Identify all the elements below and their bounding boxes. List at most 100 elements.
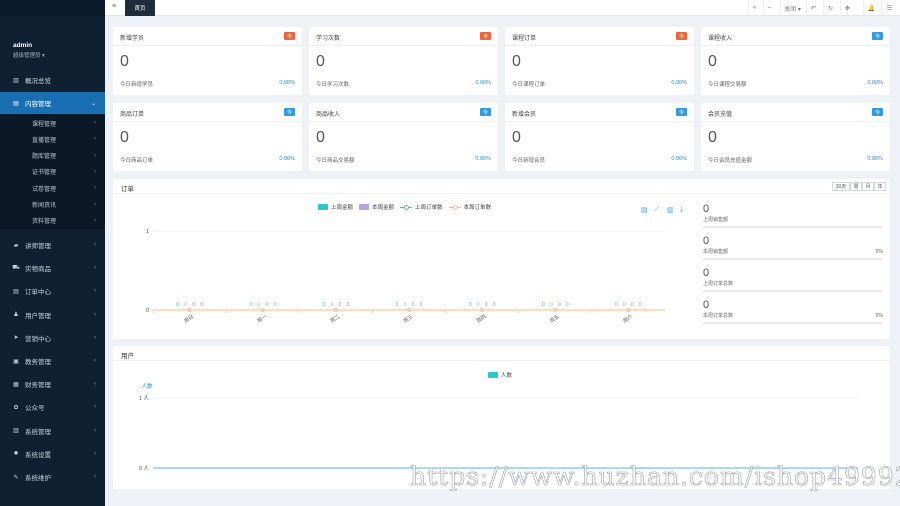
- sidebar-item[interactable]: ⛟ 实物商品 ‹: [0, 257, 105, 279]
- line-point[interactable]: [334, 308, 338, 312]
- sidebar-item[interactable]: ✿ 公众号 ‹: [0, 396, 105, 418]
- sidebar-item[interactable]: ▰ 讲师管理 ‹: [0, 234, 105, 256]
- sidebar-item-label: 公众号: [25, 405, 45, 413]
- line-point[interactable]: [553, 308, 557, 312]
- chevron-left-icon: ‹: [94, 120, 96, 126]
- submenu-item[interactable]: 试卷管理 ‹: [0, 180, 105, 196]
- stat-card: 商品订单 今 0 今日商品订单 0.00%: [113, 103, 302, 171]
- line-point[interactable]: [407, 308, 411, 312]
- user-role-dropdown[interactable]: 超级管理员 ▾: [13, 51, 45, 59]
- card-subtitle: 今日商品交易额: [316, 158, 355, 164]
- y-tick-label: 0: [146, 308, 149, 314]
- line-point[interactable]: [261, 308, 265, 312]
- fullscreen-button[interactable]: ✥: [840, 0, 854, 16]
- sidebar-item-label: 系统管理: [25, 428, 51, 436]
- data-label: 0: [639, 302, 642, 308]
- range-month-button[interactable]: 月: [862, 182, 874, 191]
- grid-icon: ▥: [13, 428, 19, 435]
- submenu-item-label: 题库管理: [32, 154, 57, 161]
- submenu-item[interactable]: 资料管理 ‹: [0, 213, 105, 229]
- card-subtitle: 今日学习次数: [316, 82, 350, 88]
- sidebar-item[interactable]: ▤ 订单中心 ‹: [0, 280, 105, 302]
- card-tag: 今: [480, 108, 491, 116]
- stat-value: 0: [703, 235, 710, 247]
- card-value: 0: [512, 129, 521, 146]
- submenu-item-label: 课程管理: [32, 121, 57, 128]
- y-tick-label: 1: [146, 229, 149, 235]
- stat-value: 0: [703, 299, 710, 311]
- sidebar-item-label: 实物商品: [25, 266, 51, 274]
- range-week-button[interactable]: 周: [850, 182, 862, 191]
- order-stat: 0 本周订单总数 0%: [703, 299, 883, 327]
- refresh-button[interactable]: ↻: [823, 0, 837, 16]
- stat-card: 商品收入 今 0 今日商品交易额 0.00%: [309, 103, 498, 171]
- submenu-item[interactable]: 证书管理 ‹: [0, 164, 105, 180]
- sidebar-item-label: 用户管理: [25, 312, 51, 320]
- data-label: 0: [257, 302, 260, 308]
- card-subtitle: 今日新增学员: [120, 82, 154, 88]
- x-tick-label: 周六: [621, 313, 633, 324]
- stat-label: 本周订单总数: [703, 313, 734, 319]
- sidebar-item[interactable]: ♟ 用户管理 ‹: [0, 304, 105, 326]
- stat-value: 0: [703, 267, 710, 279]
- data-label: 0: [615, 302, 618, 308]
- divider: [701, 121, 890, 122]
- card-title: 学习次数: [316, 36, 341, 42]
- sidebar-item-label: 营销中心: [25, 335, 51, 343]
- data-label: 0: [192, 302, 195, 308]
- send-icon: ➤: [13, 335, 19, 342]
- line-point[interactable]: [480, 308, 484, 312]
- user-profile[interactable]: admin 超级管理员 ▾: [13, 42, 45, 59]
- data-label: 0: [396, 302, 399, 308]
- line-point[interactable]: [626, 308, 631, 312]
- card-title: 课程收入: [708, 36, 733, 42]
- stat-card: 新增会员 今 0 今日新增会员 0.00%: [505, 103, 694, 171]
- card-value: 0: [120, 53, 129, 70]
- nav-first-button[interactable]: «: [748, 0, 760, 16]
- sidebar-item[interactable]: ▦ 财务管理 ‹: [0, 373, 105, 395]
- sidebar-item[interactable]: ▣ 教务管理 ‹: [0, 350, 105, 372]
- range-30d-button[interactable]: 30天: [832, 182, 850, 191]
- sidebar-item-label: 概况总览: [25, 78, 51, 85]
- stat-card: 课程订单 今 0 今日课程订单 0.00%: [505, 27, 694, 95]
- submenu-item[interactable]: 题库管理 ‹: [0, 148, 105, 164]
- data-label: 0: [558, 302, 561, 308]
- sidebar-item-home[interactable]: ▥ 概况总览: [0, 69, 105, 91]
- sidebar-item[interactable]: ✹ 系统设置 ‹: [0, 443, 105, 465]
- order-stat: 0 本周销售额 0%: [703, 235, 883, 263]
- submenu-item[interactable]: 课程管理 ‹: [0, 115, 105, 131]
- order-stat: 0 上周销售额: [703, 203, 883, 231]
- card-subtitle: 今日课程订单: [512, 82, 546, 88]
- sidebar-item[interactable]: ✎ 系统维护 ‹: [0, 466, 105, 488]
- chevron-left-icon: ‹: [94, 265, 96, 272]
- undo-button[interactable]: ↶: [806, 0, 820, 16]
- sidebar-item-label: 内容管理: [25, 101, 51, 108]
- hamburger-icon[interactable]: ≡: [112, 3, 116, 10]
- close-tabs-dropdown[interactable]: 关闭 ▾: [780, 0, 804, 16]
- sidebar-logo-area: [0, 0, 105, 16]
- user-icon: ♟: [13, 312, 19, 319]
- data-label: 0: [485, 302, 488, 308]
- settings-button[interactable]: ☰: [881, 0, 897, 16]
- sidebar-item-content[interactable]: ▤ 内容管理 ⌄: [0, 92, 105, 114]
- sidebar-item[interactable]: ▥ 系统管理 ‹: [0, 420, 105, 442]
- submenu-item[interactable]: 直播管理 ‹: [0, 131, 105, 147]
- content-submenu: 课程管理 ‹ 直播管理 ‹ 题库管理 ‹ 证书管理 ‹ 试卷管理 ‹ 新闻资讯 ‹ 资料管理 ‹: [0, 115, 105, 229]
- tab-home[interactable]: 首页: [125, 0, 155, 16]
- notification-bell[interactable]: 🔔: [863, 0, 879, 16]
- submenu-item-label: 资料管理: [32, 219, 57, 226]
- nav-refresh-tabs-button[interactable]: ⇔: [763, 0, 775, 16]
- stat-progress-track: [703, 226, 883, 228]
- range-year-button[interactable]: 年: [874, 182, 886, 191]
- submenu-item[interactable]: 新闻资讯 ‹: [0, 197, 105, 213]
- card-subtitle: 今日会员充值金额: [708, 158, 753, 164]
- divider: [113, 45, 302, 46]
- sidebar-item[interactable]: ➤ 营销中心 ‹: [0, 327, 105, 349]
- submenu-item-label: 证书管理: [32, 170, 57, 177]
- card-title: 新增学员: [120, 36, 145, 42]
- data-label: 0: [469, 302, 472, 308]
- line-point[interactable]: [187, 308, 192, 312]
- card-tag: 今: [480, 32, 491, 40]
- order-stat: 0 上周订单总数: [703, 267, 883, 295]
- card-percent: 0.00%: [279, 156, 295, 162]
